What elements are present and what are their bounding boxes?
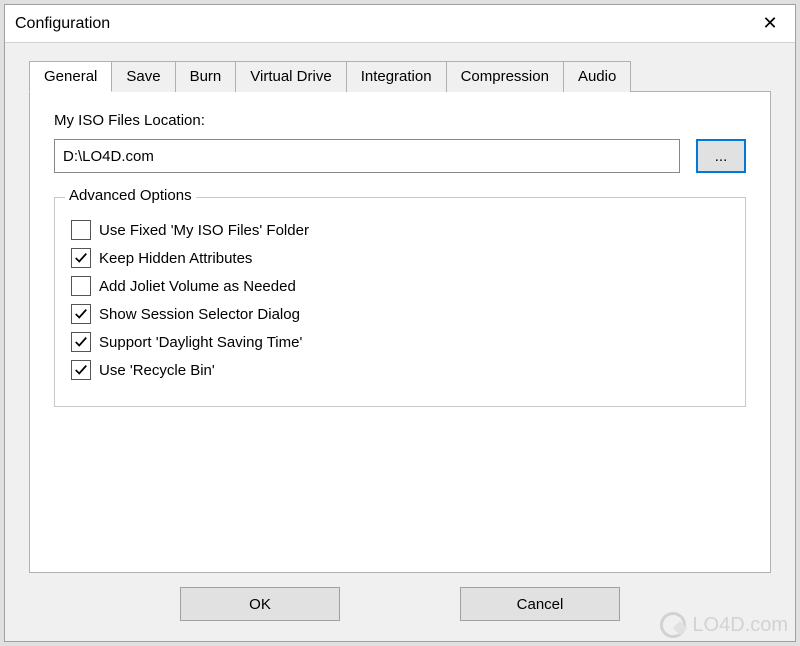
- checkbox-label: Show Session Selector Dialog: [99, 306, 300, 323]
- ok-button[interactable]: OK: [180, 587, 340, 621]
- iso-location-row: ...: [54, 139, 746, 173]
- browse-button[interactable]: ...: [696, 139, 746, 173]
- advanced-options-group: Advanced Options Use Fixed 'My ISO Files…: [54, 197, 746, 407]
- checkbox-icon: [71, 304, 91, 324]
- checkbox-session-selector[interactable]: Show Session Selector Dialog: [71, 304, 729, 324]
- tab-virtual-drive[interactable]: Virtual Drive: [235, 61, 346, 92]
- titlebar: Configuration ✕: [5, 5, 795, 43]
- window-title: Configuration: [15, 15, 110, 33]
- iso-location-label: My ISO Files Location:: [54, 112, 746, 129]
- checkbox-icon: [71, 248, 91, 268]
- checkbox-keep-hidden[interactable]: Keep Hidden Attributes: [71, 248, 729, 268]
- checkbox-icon: [71, 332, 91, 352]
- checkbox-icon: [71, 220, 91, 240]
- checkbox-use-fixed-folder[interactable]: Use Fixed 'My ISO Files' Folder: [71, 220, 729, 240]
- tab-audio[interactable]: Audio: [563, 61, 631, 92]
- tab-label: Integration: [361, 68, 432, 85]
- ok-button-label: OK: [249, 596, 271, 613]
- tab-save[interactable]: Save: [111, 61, 175, 92]
- close-icon: ✕: [762, 13, 777, 34]
- tab-integration[interactable]: Integration: [346, 61, 447, 92]
- browse-button-label: ...: [715, 148, 728, 165]
- iso-location-input[interactable]: [54, 139, 680, 173]
- checkbox-recycle-bin[interactable]: Use 'Recycle Bin': [71, 360, 729, 380]
- dialog-buttons: OK Cancel: [29, 573, 771, 629]
- checkbox-label: Support 'Daylight Saving Time': [99, 334, 302, 351]
- cancel-button-label: Cancel: [517, 596, 564, 613]
- checkbox-label: Add Joliet Volume as Needed: [99, 278, 296, 295]
- tab-burn[interactable]: Burn: [175, 61, 237, 92]
- close-button[interactable]: ✕: [745, 5, 795, 43]
- configuration-dialog: Configuration ✕ General Save Burn Virtua…: [4, 4, 796, 642]
- checkbox-label: Use 'Recycle Bin': [99, 362, 215, 379]
- checkbox-daylight-saving[interactable]: Support 'Daylight Saving Time': [71, 332, 729, 352]
- tab-label: Audio: [578, 68, 616, 85]
- checkbox-icon: [71, 276, 91, 296]
- checkbox-add-joliet[interactable]: Add Joliet Volume as Needed: [71, 276, 729, 296]
- tab-label: General: [44, 68, 97, 85]
- checkbox-icon: [71, 360, 91, 380]
- advanced-options-legend: Advanced Options: [65, 187, 196, 204]
- tab-label: Virtual Drive: [250, 68, 331, 85]
- tab-label: Save: [126, 68, 160, 85]
- tab-label: Compression: [461, 68, 549, 85]
- tab-panel-general: My ISO Files Location: ... Advanced Opti…: [29, 91, 771, 573]
- checkbox-label: Keep Hidden Attributes: [99, 250, 252, 267]
- tab-label: Burn: [190, 68, 222, 85]
- dialog-content: General Save Burn Virtual Drive Integrat…: [5, 43, 795, 641]
- tab-compression[interactable]: Compression: [446, 61, 564, 92]
- tab-row: General Save Burn Virtual Drive Integrat…: [29, 61, 771, 92]
- tab-general[interactable]: General: [29, 61, 112, 92]
- checkbox-label: Use Fixed 'My ISO Files' Folder: [99, 222, 309, 239]
- tabs-container: General Save Burn Virtual Drive Integrat…: [29, 61, 771, 573]
- cancel-button[interactable]: Cancel: [460, 587, 620, 621]
